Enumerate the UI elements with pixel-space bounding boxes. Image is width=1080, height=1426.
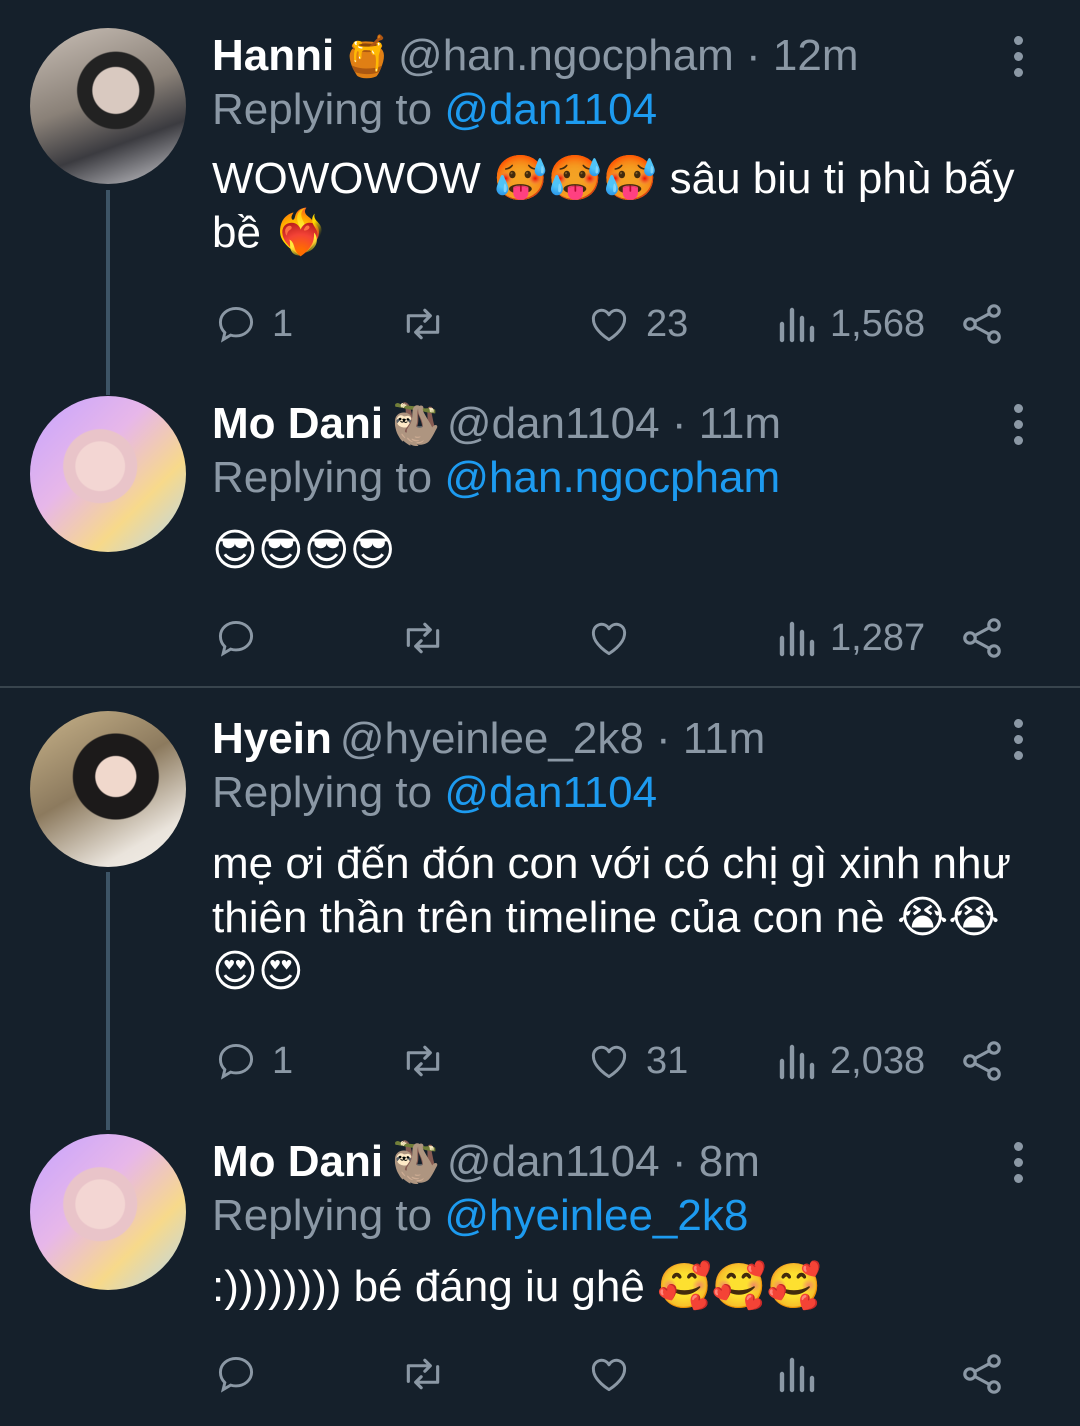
like-icon — [591, 1045, 627, 1079]
retweet-button[interactable] — [398, 294, 462, 354]
views-icon — [779, 621, 815, 657]
like-button[interactable] — [586, 608, 646, 668]
reply-count: 1 — [272, 302, 294, 345]
display-name[interactable]: Mo Dani — [212, 399, 383, 448]
mention-link[interactable]: @dan1104 — [444, 768, 657, 817]
share-icon — [963, 618, 1001, 658]
avatar[interactable] — [30, 711, 186, 867]
replying-to: Replying to @dan1104 — [212, 768, 658, 817]
mention-link[interactable]: @hyeinlee_2k8 — [444, 1191, 748, 1240]
avatar[interactable] — [30, 1134, 186, 1290]
profile-badge: 🦥 — [391, 1141, 441, 1185]
action-bar — [0, 1344, 1080, 1404]
more-options-icon[interactable] — [998, 28, 1038, 84]
like-count: 23 — [646, 302, 689, 345]
share-icon — [963, 304, 1001, 344]
avatar[interactable] — [30, 28, 186, 184]
views-button[interactable]: 1,568 — [776, 294, 925, 354]
action-bar: 1 31 2,038 — [0, 1031, 1080, 1091]
retweet-button[interactable] — [398, 1344, 462, 1404]
tweet[interactable]: Hanni 🍯 @han.ngocpham · 12m Replying to @d… — [0, 28, 1080, 358]
avatar[interactable] — [30, 396, 186, 552]
reply-icon — [218, 1356, 254, 1393]
views-button[interactable]: 1,287 — [776, 608, 925, 668]
more-options-icon[interactable] — [998, 396, 1038, 452]
display-name[interactable]: Hanni — [212, 31, 334, 80]
action-bar: 1,287 — [0, 608, 1080, 668]
handle-and-time: @han.ngocpham · 12m — [398, 31, 859, 80]
handle-and-time: @dan1104 · 8m — [446, 1137, 760, 1186]
handle-and-time: @dan1104 · 11m — [446, 399, 782, 448]
reply-icon — [218, 620, 254, 657]
like-icon — [591, 1358, 627, 1392]
like-button[interactable] — [586, 1344, 646, 1404]
like-icon — [591, 308, 627, 342]
like-count: 31 — [646, 1039, 689, 1082]
views-icon — [779, 1044, 815, 1080]
retweet-button[interactable] — [398, 1031, 462, 1091]
views-button[interactable]: 2,038 — [776, 1031, 925, 1091]
tweet[interactable]: Mo Dani 🦥 @dan1104 · 8m Replying to @hyein… — [0, 1134, 1080, 1424]
more-options-icon[interactable] — [998, 711, 1038, 767]
reply-button[interactable] — [214, 608, 272, 668]
reply-button[interactable]: 1 — [214, 294, 293, 354]
views-icon — [779, 307, 815, 343]
tweet-text: 😎😎😎😎 — [212, 526, 396, 575]
replying-to: Replying to @hyeinlee_2k8 — [212, 1191, 749, 1240]
profile-badge: 🦥 — [391, 403, 441, 447]
retweet-icon — [406, 622, 440, 654]
reply-icon — [218, 306, 254, 343]
more-options-icon[interactable] — [998, 1134, 1038, 1190]
tweet-header: Mo Dani 🦥 @dan1104 · 11m — [212, 396, 781, 452]
tweet[interactable]: Hyein @hyeinlee_2k8 · 11m Replying to @da… — [0, 711, 1080, 1101]
replying-to: Replying to @han.ngocpham — [212, 453, 781, 502]
views-button[interactable] — [776, 1344, 830, 1404]
like-icon — [591, 622, 627, 656]
tweet-text: mẹ ơi đến đón con với có chị gì xinh như… — [212, 839, 1011, 996]
profile-badge: 🍯 — [342, 35, 393, 79]
views-count: 1,287 — [830, 616, 926, 659]
reply-count: 1 — [272, 1039, 294, 1082]
share-icon — [963, 1041, 1001, 1081]
reply-icon — [218, 1043, 254, 1080]
display-name[interactable]: Hyein — [212, 714, 332, 763]
tweet-header: Hyein @hyeinlee_2k8 · 11m — [212, 711, 765, 767]
share-button[interactable] — [958, 1344, 1006, 1404]
retweet-button[interactable] — [398, 608, 462, 668]
share-button[interactable] — [958, 608, 1006, 668]
share-icon — [963, 1354, 1001, 1394]
retweet-icon — [406, 308, 440, 340]
mention-link[interactable]: @dan1104 — [444, 85, 657, 134]
tweet-text: WOWOWOW 🥵🥵🥵 sâu biu ti phù bấy bề ❤️‍🔥 — [212, 154, 1015, 257]
tweet-text: :)))))))) bé đáng iu ghê 🥰🥰🥰 — [212, 1262, 822, 1311]
like-button[interactable]: 23 — [586, 294, 688, 354]
tweet-header: Mo Dani 🦥 @dan1104 · 8m — [212, 1134, 760, 1190]
views-count: 1,568 — [830, 302, 926, 345]
like-button[interactable]: 31 — [586, 1031, 688, 1091]
share-button[interactable] — [958, 294, 1006, 354]
share-button[interactable] — [958, 1031, 1006, 1091]
reply-button[interactable] — [214, 1344, 272, 1404]
handle-and-time: @hyeinlee_2k8 · 11m — [339, 714, 766, 763]
views-icon — [779, 1357, 815, 1393]
replying-to: Replying to @dan1104 — [212, 85, 658, 134]
retweet-icon — [406, 1358, 440, 1390]
reply-button[interactable]: 1 — [214, 1031, 293, 1091]
retweet-icon — [406, 1045, 440, 1077]
tweet-header: Hanni 🍯 @han.ngocpham · 12m — [212, 28, 859, 84]
thread-divider — [0, 686, 1080, 688]
mention-link[interactable]: @han.ngocpham — [444, 453, 780, 502]
display-name[interactable]: Mo Dani — [212, 1137, 383, 1186]
action-bar: 1 23 1,568 — [0, 294, 1080, 354]
tweet[interactable]: Mo Dani 🦥 @dan1104 · 11m Replying to @han.… — [0, 396, 1080, 686]
views-count: 2,038 — [830, 1039, 926, 1082]
